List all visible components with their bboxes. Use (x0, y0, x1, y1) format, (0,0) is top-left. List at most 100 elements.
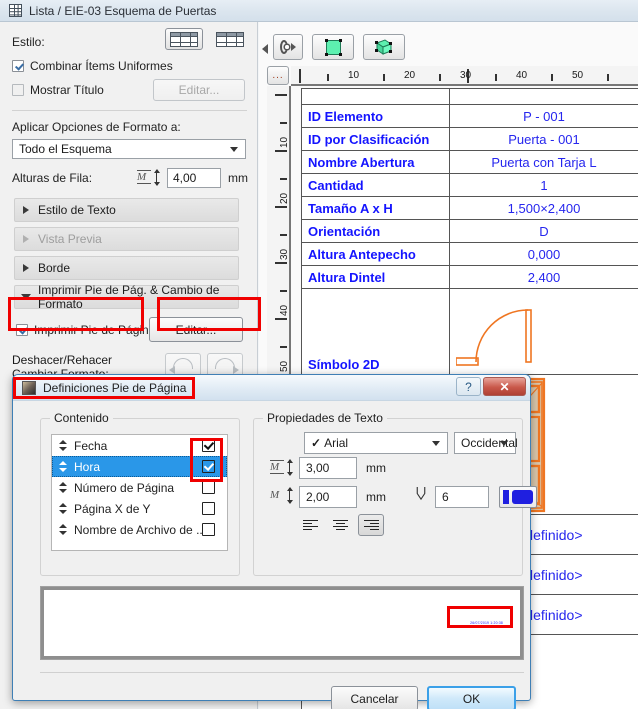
chevron-right-icon (23, 264, 29, 272)
style-label: Estilo: (12, 35, 45, 49)
edit-title-button[interactable]: Editar... (153, 79, 245, 101)
chevron-right-icon (23, 206, 29, 214)
align-left-button[interactable] (297, 514, 323, 536)
row-height-input[interactable]: 4,00 (167, 168, 221, 188)
align-right-button[interactable] (358, 514, 384, 536)
text-height-input[interactable]: 3,00 (299, 457, 357, 479)
pen-color-swatch-button[interactable] (499, 486, 537, 508)
pen-number-input[interactable]: 6 (435, 486, 489, 508)
reorder-handle-icon[interactable] (58, 524, 67, 535)
font-combobox[interactable]: ✓ Arial (304, 432, 448, 454)
list-item-pagina-x-de-y[interactable]: Página X de Y (52, 498, 227, 519)
section-estilo-de-texto[interactable]: Estilo de Texto (14, 198, 239, 222)
row-label: Orientación (302, 220, 450, 242)
list-item-label: Página X de Y (74, 501, 151, 516)
charset-combobox[interactable]: Occidental (454, 432, 518, 454)
close-button[interactable]: ✕ (483, 377, 526, 396)
section-imprimir-pie-de-pagina[interactable]: Imprimir Pie de Pág. & Cambio de Formato (14, 283, 239, 311)
text-width-icon: M (270, 487, 294, 504)
section-vista-previa[interactable]: Vista Previa (14, 227, 239, 251)
text-height-icon: M (270, 459, 294, 476)
table-row[interactable]: ID Elemento P - 001 (302, 105, 638, 128)
table-row[interactable]: Altura Dintel 2,400 (302, 266, 638, 289)
square-2d-icon (324, 38, 342, 56)
row-value: P - 001 (523, 108, 565, 124)
row-value: 1,500×2,400 (507, 200, 581, 216)
list-item-numero-de-pagina[interactable]: Número de Página (52, 477, 227, 498)
ruler-h-label-50: 50 (572, 70, 584, 81)
grid-compact-icon (216, 31, 244, 47)
grid-full-icon (170, 31, 198, 47)
align-center-button[interactable] (327, 514, 353, 536)
gear-icon (280, 40, 289, 54)
section-borde[interactable]: Borde (14, 256, 239, 280)
table-row-symbol-2d[interactable]: Símbolo 2D (302, 289, 638, 375)
list-item-checkbox[interactable] (202, 439, 215, 452)
app-root: Lista / EIE-03 Esquema de Puertas Estilo… (0, 0, 638, 709)
style-grid-compact-button[interactable] (211, 28, 249, 50)
row-label: Nombre Abertura (302, 151, 450, 173)
list-item-checkbox[interactable] (202, 481, 215, 494)
combine-uniform-items-checkbox[interactable] (12, 59, 24, 72)
ruler-h-label-40: 40 (516, 70, 528, 81)
app-icon (22, 380, 36, 395)
table-row[interactable]: Cantidad 1 (302, 174, 638, 197)
apply-format-row: Aplicar Opciones de Formato a: (12, 117, 247, 137)
chevron-right-icon (291, 43, 296, 51)
list-item-checkbox[interactable] (202, 523, 215, 536)
collapse-panel-icon[interactable] (262, 44, 268, 54)
combine-uniform-items-row[interactable]: Combinar Ítems Uniformes (12, 54, 247, 77)
list-item-checkbox[interactable] (202, 460, 215, 473)
table-row[interactable]: Tamaño A x H 1,500×2,400 (302, 197, 638, 220)
select-2d-button[interactable] (312, 34, 354, 60)
ruler-v-label-40: 40 (279, 304, 290, 316)
ruler-h-label-20: 20 (404, 70, 416, 81)
reorder-handle-icon[interactable] (58, 482, 67, 493)
settings-gear-button[interactable] (273, 34, 303, 60)
table-row[interactable]: Nombre Abertura Puerta con Tarja L (302, 151, 638, 174)
row-height-label: Alturas de Fila: (12, 171, 93, 185)
ruler-options-button[interactable]: ... (267, 66, 289, 85)
apply-format-combobox[interactable]: Todo el Esquema (12, 139, 246, 159)
cancel-button[interactable]: Cancelar (331, 686, 418, 709)
row-value: D (539, 223, 549, 239)
style-grid-full-button[interactable] (165, 28, 203, 50)
ruler-v-label-50: 50 (279, 360, 290, 372)
ok-button[interactable]: OK (427, 686, 516, 709)
select-3d-button[interactable] (363, 34, 405, 60)
table-row[interactable]: Altura Antepecho 0,000 (302, 243, 638, 266)
list-item-checkbox[interactable] (202, 502, 215, 515)
row-label: Tamaño A x H (302, 197, 450, 219)
row-value: 0,000 (527, 246, 561, 262)
font-check-icon: ✓ (311, 436, 322, 450)
list-item-label: Nombre de Archivo de ... (74, 522, 207, 537)
help-button[interactable]: ? (456, 377, 481, 396)
reorder-handle-icon[interactable] (58, 503, 67, 514)
horizontal-ruler[interactable]: 10 20 30 40 50 (291, 66, 638, 86)
content-group-title: Contenido (50, 411, 113, 425)
reorder-handle-icon[interactable] (58, 440, 67, 451)
text-width-input[interactable]: 2,00 (299, 486, 357, 508)
text-height-unit: mm (366, 461, 386, 475)
door-plan-symbol-icon (456, 309, 532, 366)
list-item-hora[interactable]: Hora (52, 456, 227, 477)
row-label: Cantidad (302, 174, 450, 196)
table-row-blank (302, 89, 638, 105)
row-label: Altura Antepecho (302, 243, 450, 265)
content-listbox[interactable]: Fecha Hora Número de Página Página X de … (51, 434, 228, 551)
reorder-handle-icon[interactable] (58, 461, 67, 472)
table-row[interactable]: ID por Clasificación Puerta - 001 (302, 128, 638, 151)
dialog-titlebar[interactable]: Definiciones Pie de Página ? ✕ (13, 375, 530, 401)
list-item-nombre-de-archivo[interactable]: Nombre de Archivo de ... (52, 519, 227, 540)
footer-preview-area[interactable]: 26/07/2019 1:20:38 (40, 586, 524, 660)
footer-edit-button[interactable]: Editar... (149, 317, 243, 342)
list-item-fecha[interactable]: Fecha (52, 435, 227, 456)
section-vista-previa-label: Vista Previa (38, 232, 102, 246)
vertical-ruler[interactable]: 10 20 30 40 50 (267, 86, 291, 406)
ruler-h-label-30: 30 (460, 70, 472, 81)
table-row[interactable]: Orientación D (302, 220, 638, 243)
align-left-icon (302, 519, 318, 531)
print-footer-checkbox[interactable] (16, 324, 28, 336)
show-title-checkbox[interactable] (12, 84, 24, 96)
ruler-v-label-30: 30 (279, 248, 290, 260)
